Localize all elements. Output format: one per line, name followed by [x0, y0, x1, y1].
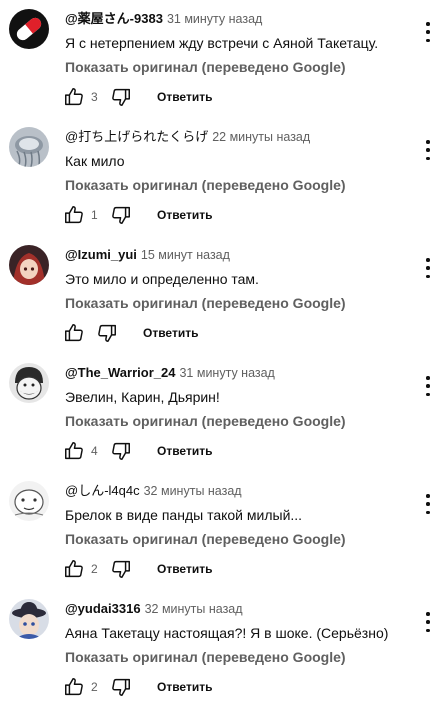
thumbs-down-icon	[112, 206, 130, 224]
like-button[interactable]	[62, 321, 86, 345]
thumbs-up-icon	[65, 324, 83, 342]
show-original-link[interactable]: Показать оригинал (переведено Google)	[65, 412, 346, 430]
thumbs-down-icon	[112, 560, 130, 578]
avatar[interactable]	[9, 363, 49, 403]
avatar[interactable]	[9, 481, 49, 521]
avatar[interactable]	[9, 127, 49, 167]
comment-header: @Izumi_yui 15 минут назад	[65, 247, 230, 263]
dislike-button[interactable]	[109, 439, 133, 463]
comment-item: @薬屋さん-9383 31 минуту назад Я с нетерпение…	[0, 0, 440, 118]
like-count: 4	[91, 444, 98, 458]
reply-button[interactable]: Ответить	[157, 208, 212, 222]
show-original-link[interactable]: Показать оригинал (переведено Google)	[65, 530, 346, 548]
like-button[interactable]	[62, 675, 86, 699]
comment-author[interactable]: @The_Warrior_24	[65, 365, 175, 380]
comment-actions: 2 Ответить	[62, 673, 212, 701]
more-options-icon[interactable]	[420, 610, 436, 634]
avatar[interactable]	[9, 245, 49, 285]
thumbs-down-icon	[112, 442, 130, 460]
comment-item: @The_Warrior_24 31 минуту назад Эвелин, К…	[0, 354, 440, 472]
cartoon-face-icon	[9, 363, 49, 403]
comment-actions: 3 Ответить	[62, 83, 212, 111]
dislike-button[interactable]	[109, 675, 133, 699]
like-count: 2	[91, 680, 98, 694]
comment-author[interactable]: @しん-l4q4c	[65, 483, 140, 498]
comment-time[interactable]: 31 минуту назад	[179, 366, 274, 380]
thumbs-up-icon	[65, 442, 83, 460]
like-count: 1	[91, 208, 98, 222]
comment-actions: 2 Ответить	[62, 555, 212, 583]
comment-item: @yudai3316 32 минуты назад Аяна Такетацу …	[0, 590, 440, 708]
reply-button[interactable]: Ответить	[143, 326, 198, 340]
comment-header: @しん-l4q4c 32 минуты назад	[65, 483, 242, 499]
reply-button[interactable]: Ответить	[157, 90, 212, 104]
like-button[interactable]	[62, 439, 86, 463]
reply-button[interactable]: Ответить	[157, 444, 212, 458]
comment-header: @yudai3316 32 минуты назад	[65, 601, 243, 617]
show-original-link[interactable]: Показать оригинал (переведено Google)	[65, 648, 346, 666]
comment-header: @The_Warrior_24 31 минуту назад	[65, 365, 275, 381]
comment-author[interactable]: @yudai3316	[65, 601, 141, 616]
comment-header: @打ち上げられたくらげ 22 минуты назад	[65, 129, 310, 145]
like-count: 3	[91, 90, 98, 104]
avatar[interactable]	[9, 599, 49, 639]
dislike-button[interactable]	[109, 85, 133, 109]
thumbs-up-icon	[65, 560, 83, 578]
show-original-link[interactable]: Показать оригинал (переведено Google)	[65, 58, 346, 76]
jellyfish-icon	[9, 127, 49, 167]
more-options-icon[interactable]	[420, 256, 436, 280]
thumbs-up-icon	[65, 88, 83, 106]
anime-girl-icon	[9, 245, 49, 285]
like-button[interactable]	[62, 557, 86, 581]
avatar[interactable]	[9, 9, 49, 49]
comment-header: @薬屋さん-9383 31 минуту назад	[65, 11, 262, 27]
comment-text: Аяна Такетацу настоящая?! Я в шоке. (Сер…	[65, 625, 389, 641]
hat-character-icon	[9, 599, 49, 639]
comment-actions: 4 Ответить	[62, 437, 212, 465]
thumbs-up-icon	[65, 678, 83, 696]
comment-actions: 1 Ответить	[62, 201, 212, 229]
dislike-button[interactable]	[95, 321, 119, 345]
comment-text: Брелок в виде панды такой милый...	[65, 507, 303, 523]
comment-time[interactable]: 31 минуту назад	[167, 12, 262, 26]
more-options-icon[interactable]	[420, 492, 436, 516]
comment-item: @打ち上げられたくらげ 22 минуты назад Как мило Пока…	[0, 118, 440, 236]
thumbs-down-icon	[112, 678, 130, 696]
dislike-button[interactable]	[109, 203, 133, 227]
thumbs-down-icon	[98, 324, 116, 342]
show-original-link[interactable]: Показать оригинал (переведено Google)	[65, 176, 346, 194]
more-options-icon[interactable]	[420, 374, 436, 398]
comment-author[interactable]: @Izumi_yui	[65, 247, 137, 262]
comment-actions: Ответить	[62, 319, 198, 347]
comment-time[interactable]: 32 минуты назад	[145, 602, 243, 616]
reply-button[interactable]: Ответить	[157, 562, 212, 576]
comment-text: Эвелин, Карин, Дьярин!	[65, 389, 220, 405]
thumbs-down-icon	[112, 88, 130, 106]
like-button[interactable]	[62, 203, 86, 227]
reply-button[interactable]: Ответить	[157, 680, 212, 694]
comment-text: Это мило и определенно там.	[65, 271, 259, 287]
more-options-icon[interactable]	[420, 20, 436, 44]
thumbs-up-icon	[65, 206, 83, 224]
comment-text: Я с нетерпением жду встречи с Аяной Таке…	[65, 35, 379, 51]
comment-item: @しん-l4q4c 32 минуты назад Брелок в виде п…	[0, 472, 440, 590]
pill-capsule-icon	[9, 9, 49, 49]
sketch-face-icon	[9, 481, 49, 521]
dislike-button[interactable]	[109, 557, 133, 581]
comment-time[interactable]: 32 минуты назад	[144, 484, 242, 498]
comment-time[interactable]: 15 минут назад	[141, 248, 230, 262]
comment-author[interactable]: @打ち上げられたくらげ	[65, 129, 208, 144]
like-button[interactable]	[62, 85, 86, 109]
comment-time[interactable]: 22 минуты назад	[212, 130, 310, 144]
comment-author[interactable]: @薬屋さん-9383	[65, 11, 163, 26]
more-options-icon[interactable]	[420, 138, 436, 162]
comment-item: @Izumi_yui 15 минут назад Это мило и опре…	[0, 236, 440, 354]
like-count: 2	[91, 562, 98, 576]
comment-text: Как мило	[65, 153, 125, 169]
show-original-link[interactable]: Показать оригинал (переведено Google)	[65, 294, 346, 312]
